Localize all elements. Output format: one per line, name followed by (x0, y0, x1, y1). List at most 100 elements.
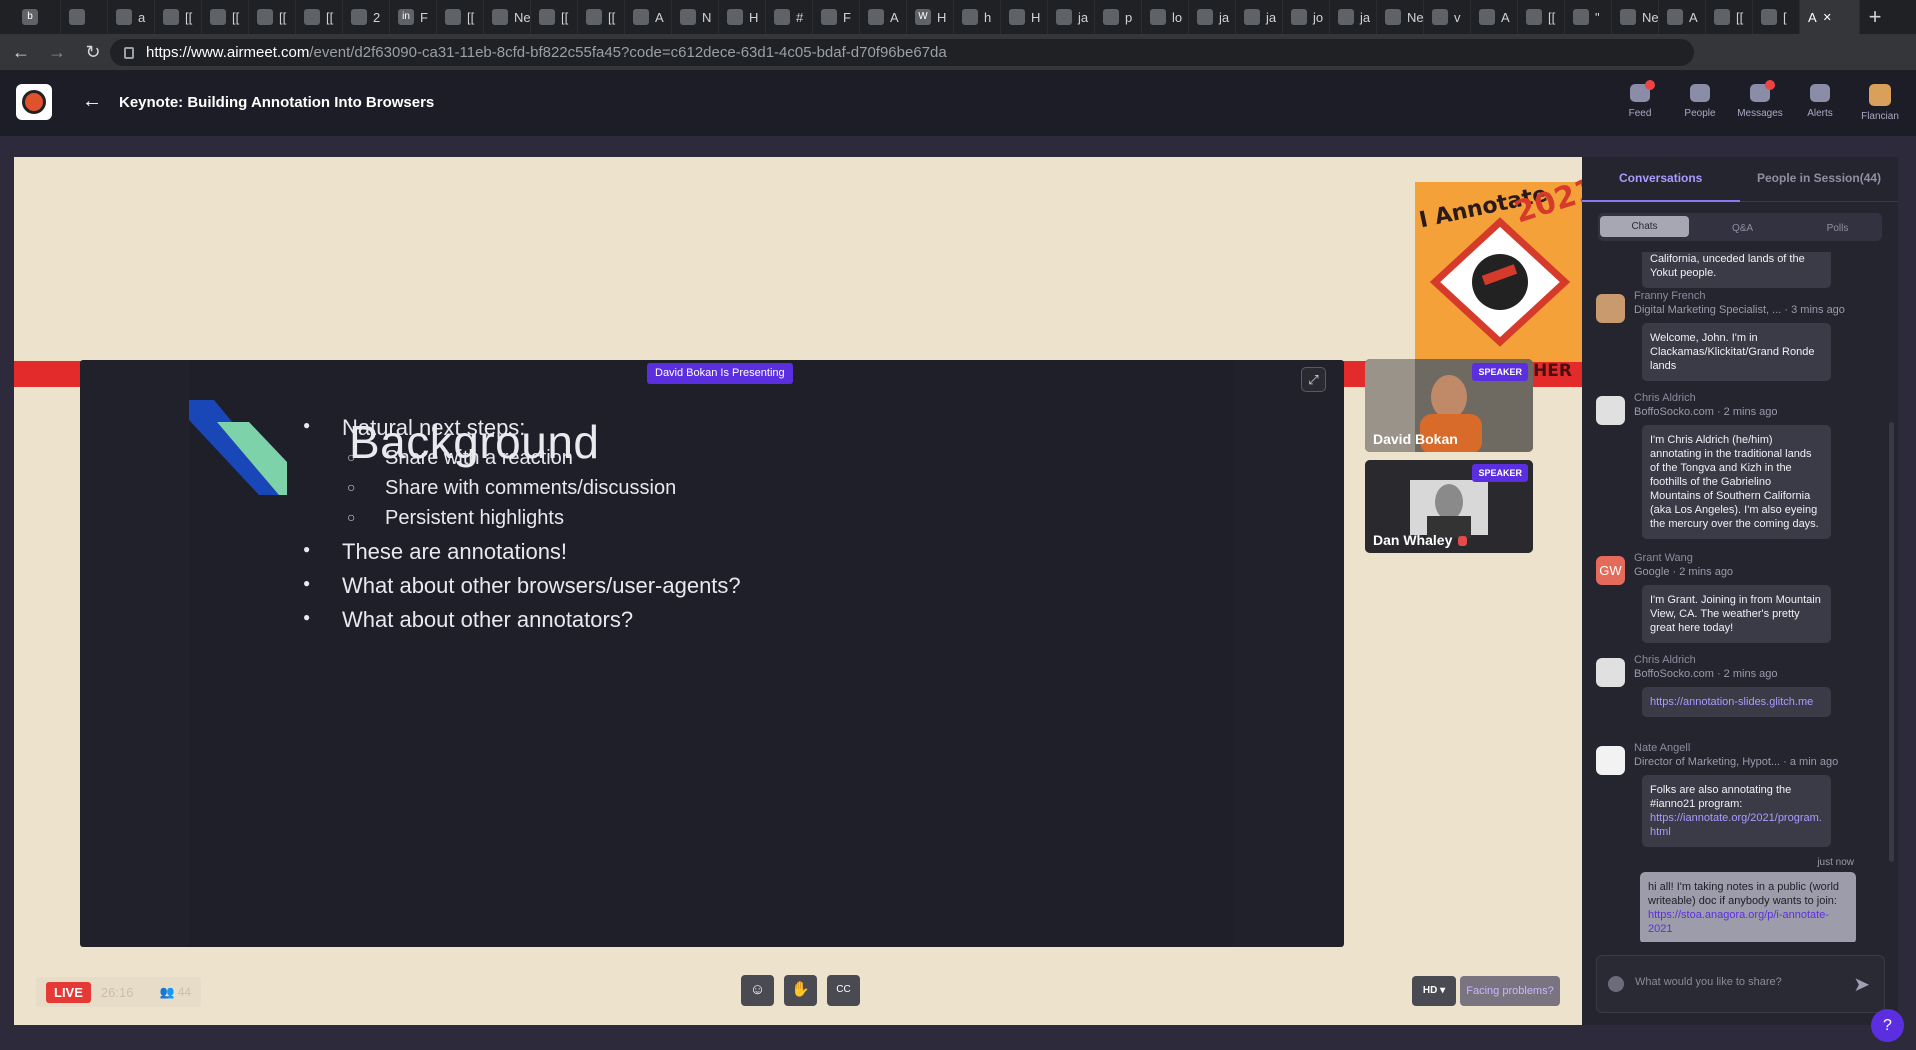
chat-input-placeholder[interactable]: What would you like to share? (1635, 976, 1782, 988)
emoji-icon[interactable] (1608, 976, 1624, 992)
chat-input-box[interactable]: What would you like to share? ➤ (1596, 955, 1885, 1013)
browser-tab[interactable]: WH (907, 0, 954, 34)
browser-tab[interactable]: [[ (437, 0, 484, 34)
send-icon[interactable]: ➤ (1853, 972, 1870, 997)
iannotate-logo: I Annotate 2021 (1415, 172, 1585, 362)
avatar[interactable]: GW (1596, 556, 1625, 585)
emoji-reaction-button[interactable]: ☺ (741, 975, 774, 1006)
avatar[interactable] (1596, 396, 1625, 425)
message-bubble: https://annotation-slides.glitch.me (1642, 687, 1831, 717)
subtab-qa[interactable]: Q&A (1698, 218, 1787, 239)
browser-tab[interactable]: ja (1048, 0, 1095, 34)
browser-tab[interactable]: ja (1330, 0, 1377, 34)
favicon-icon: b (22, 9, 38, 25)
raise-hand-button[interactable]: ✋ (784, 975, 817, 1006)
captions-button[interactable]: CC (827, 975, 860, 1006)
speaker-tile[interactable]: SPEAKER David Bokan (1365, 359, 1533, 452)
quality-selector[interactable]: HD ▾ (1412, 976, 1456, 1006)
tab-label: [[ (232, 9, 240, 25)
slide-content (189, 360, 1233, 947)
own-message-link[interactable]: https://stoa.anagora.org/p/i-annotate-20… (1648, 909, 1829, 935)
browser-tab[interactable]: b (14, 0, 61, 34)
browser-tab[interactable]: New (1377, 0, 1424, 34)
sender-name[interactable]: Chris Aldrich (1634, 392, 1696, 404)
reload-icon[interactable]: ↻ (78, 42, 108, 63)
browser-tab[interactable]: N (672, 0, 719, 34)
browser-tab[interactable]: New (1612, 0, 1659, 34)
browser-tab[interactable]: in F (390, 0, 437, 34)
close-tab-icon[interactable]: ✕ (1823, 11, 1832, 24)
browser-tab[interactable]: H (1001, 0, 1048, 34)
browser-tab[interactable] (61, 0, 108, 34)
avatar[interactable] (1596, 746, 1625, 775)
speaker-tile[interactable]: SPEAKER Dan Whaley (1365, 460, 1533, 553)
browser-tab[interactable]: 2 (343, 0, 390, 34)
message-link[interactable]: https://iannotate.org/2021/program.html (1650, 812, 1822, 838)
chat-feed: California, unceded lands of the Yokut p… (1582, 252, 1898, 942)
help-icon[interactable]: ? (1871, 1009, 1904, 1042)
event-logo[interactable] (16, 84, 52, 120)
browser-tab[interactable]: [[ (296, 0, 343, 34)
nav-flancian[interactable]: Flancian (1856, 84, 1904, 122)
tab-people-in-session[interactable]: People in Session(44) (1757, 171, 1881, 185)
browser-tab[interactable]: lo (1142, 0, 1189, 34)
stage-backdrop: GETHER I Annotate 2021 David Bokan Is Pr… (14, 157, 1585, 1025)
sender-name[interactable]: Chris Aldrich (1634, 654, 1696, 666)
nav-people[interactable]: People (1676, 84, 1724, 122)
browser-tab[interactable]: [[ (1706, 0, 1753, 34)
sender-name[interactable]: Franny French (1634, 290, 1706, 302)
fullscreen-icon[interactable]: ⤢ (1301, 367, 1326, 392)
browser-tab[interactable]: [[ (1518, 0, 1565, 34)
browser-tab[interactable]: ja (1189, 0, 1236, 34)
browser-tab[interactable]: A (1471, 0, 1518, 34)
browser-tab[interactable]: [[ (249, 0, 296, 34)
browser-tab[interactable]: [[ (531, 0, 578, 34)
chat-scrollbar[interactable] (1889, 422, 1894, 862)
favicon-icon (774, 9, 790, 25)
browser-tab[interactable]: # (766, 0, 813, 34)
nav-feed[interactable]: Feed (1616, 80, 1664, 122)
url-path: /event/d2f63090-ca31-11eb-8cfd-bf822c55f… (309, 44, 947, 61)
browser-tab[interactable]: " (1565, 0, 1612, 34)
tab-conversations[interactable]: Conversations (1619, 171, 1702, 185)
browser-tab[interactable]: [ (1753, 0, 1800, 34)
back-arrow-icon[interactable]: ← (82, 90, 102, 113)
sender-name[interactable]: Grant Wang (1634, 552, 1693, 564)
favicon-icon (1385, 9, 1401, 25)
browser-tab[interactable]: [[ (155, 0, 202, 34)
browser-tab[interactable]: New (484, 0, 531, 34)
tab-label: " (1595, 9, 1600, 25)
browser-tab[interactable]: A (860, 0, 907, 34)
browser-tab[interactable]: v (1424, 0, 1471, 34)
browser-tab[interactable]: ja (1236, 0, 1283, 34)
forward-icon[interactable]: → (42, 42, 72, 63)
subtab-chats[interactable]: Chats (1600, 216, 1689, 237)
tab-label: a (138, 9, 146, 25)
subtab-polls[interactable]: Polls (1793, 218, 1882, 239)
browser-tab[interactable]: p (1095, 0, 1142, 34)
browser-tab-active[interactable]: A ✕ (1800, 0, 1860, 34)
facing-problems-button[interactable]: Facing problems? (1460, 976, 1560, 1006)
browser-tab[interactable]: A (1659, 0, 1706, 34)
url-field[interactable]: https://www.airmeet.com/event/d2f63090-c… (110, 39, 1694, 66)
tab-label: [[ (1736, 9, 1744, 25)
browser-tab[interactable]: h (954, 0, 1001, 34)
browser-tab[interactable]: A (625, 0, 672, 34)
nav-alerts[interactable]: Alerts (1796, 84, 1844, 122)
live-badge: LIVE (46, 981, 91, 1003)
sender-name[interactable]: Nate Angell (1634, 742, 1690, 754)
browser-tab[interactable]: [[ (578, 0, 625, 34)
back-icon[interactable]: ← (6, 42, 36, 63)
message-bubble: Welcome, John. I'm in Clackamas/Klickita… (1642, 323, 1831, 381)
avatar[interactable] (1596, 294, 1625, 323)
message-link[interactable]: https://annotation-slides.glitch.me (1650, 696, 1813, 708)
avatar[interactable] (1596, 658, 1625, 687)
browser-tab[interactable]: H (719, 0, 766, 34)
nav-messages[interactable]: Messages (1736, 80, 1784, 122)
browser-tab-bar: ba[[[[[[[[2inF[[New[[[[ANH#FAWHhHjaploja… (0, 0, 1916, 34)
browser-tab[interactable]: [[ (202, 0, 249, 34)
browser-tab[interactable]: F (813, 0, 860, 34)
browser-tab[interactable]: jo (1283, 0, 1330, 34)
browser-tab[interactable]: a (108, 0, 155, 34)
new-tab-button[interactable]: + (1860, 4, 1890, 30)
